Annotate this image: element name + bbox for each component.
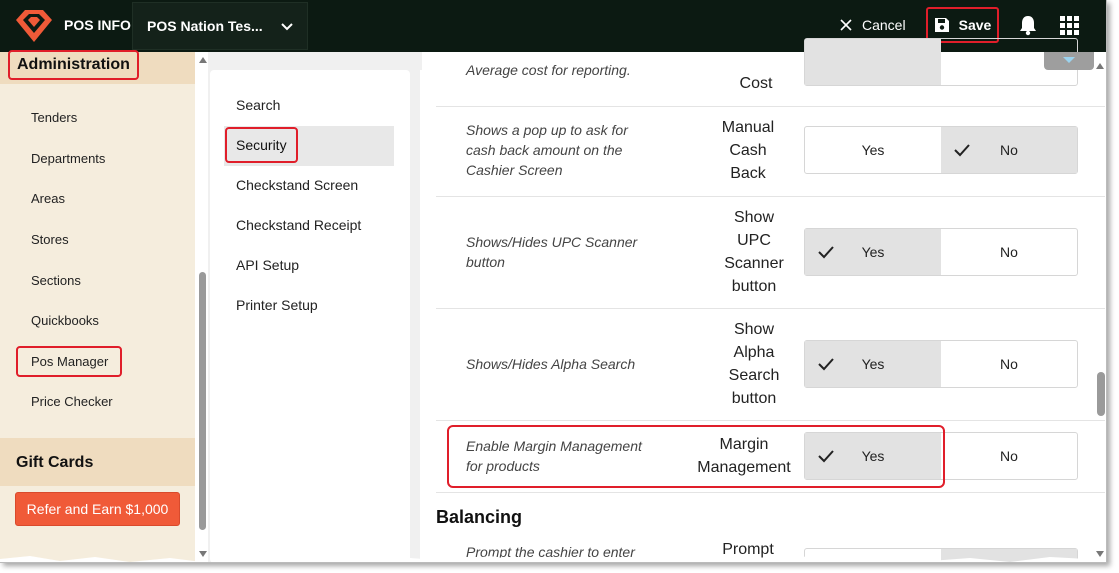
setting-name-manual-cash-back: Manual Cash Back: [712, 116, 784, 185]
app-name: POS INFO: [64, 17, 131, 33]
close-icon: [840, 19, 852, 31]
toggle-alpha-search: Yes No: [804, 340, 1078, 388]
toggle-cost: [804, 38, 1078, 86]
no-label: No: [1000, 356, 1018, 372]
setting-description: Shows/Hides UPC Scanner button: [466, 234, 638, 270]
pos-logo-icon: [16, 10, 52, 42]
save-label: Save: [958, 17, 992, 33]
store-name: POS Nation Tes...: [147, 18, 263, 34]
subnav-item-security[interactable]: Security: [225, 127, 298, 163]
name-line: Show: [733, 321, 775, 338]
store-selector[interactable]: POS Nation Tes...: [132, 2, 308, 50]
sidebar: Administration: [0, 50, 195, 562]
name-line: Scanner: [724, 255, 784, 272]
torn-edge-decoration: [0, 556, 1106, 562]
scroll-up-arrow-icon[interactable]: [198, 56, 208, 64]
name-line: Cash: [729, 142, 767, 159]
name-line: UPC: [737, 232, 771, 249]
sidebar-item-sections[interactable]: Sections: [31, 273, 81, 288]
toggle-option-yes[interactable]: Yes: [805, 127, 941, 173]
setting-name: Cost: [739, 75, 773, 92]
bell-icon[interactable]: [1018, 14, 1038, 36]
caret-down-icon: [1063, 57, 1075, 63]
chevron-down-icon: [281, 23, 293, 31]
yes-label: Yes: [861, 244, 885, 260]
gift-cards-title: Gift Cards: [16, 454, 94, 471]
content-scrollbar-thumb[interactable]: [1097, 372, 1105, 416]
name-line: button: [731, 390, 777, 407]
subnav-item-api-setup[interactable]: API Setup: [236, 257, 299, 273]
toggle-option-no[interactable]: No: [941, 127, 1077, 173]
yes-label: Yes: [861, 356, 885, 372]
toggle-option-yes[interactable]: [805, 39, 941, 85]
checkmark-icon: [954, 144, 970, 157]
subnav-item-checkstand-screen[interactable]: Checkstand Screen: [236, 177, 358, 193]
sidebar-item-pos-manager[interactable]: Pos Manager: [16, 346, 123, 377]
sidebar-item-price-checker[interactable]: Price Checker: [31, 394, 113, 409]
toggle-manual-cash-back: Yes No: [804, 126, 1078, 174]
sidebar-item-stores[interactable]: Stores: [31, 232, 69, 247]
highlight-outline: [447, 425, 945, 488]
name-line: Back: [730, 165, 766, 182]
checkmark-icon: [818, 358, 834, 371]
subnav-item-checkstand-receipt[interactable]: Checkstand Receipt: [236, 217, 361, 233]
name-line: Alpha: [733, 344, 775, 361]
cancel-label: Cancel: [862, 17, 906, 33]
sidebar-item-areas[interactable]: Areas: [31, 191, 65, 206]
no-label: No: [1000, 244, 1018, 260]
toggle-option-no[interactable]: No: [941, 341, 1077, 387]
no-label: No: [1000, 142, 1018, 158]
admin-section-header: Administration: [0, 50, 195, 84]
setting-name-alpha-search: Show Alpha Search button: [708, 318, 800, 410]
app-window: POS INFO POS Nation Tes... Cancel Save A…: [0, 0, 1107, 563]
sidebar-item-quickbooks[interactable]: Quickbooks: [31, 313, 99, 328]
checkmark-icon: [818, 246, 834, 259]
toggle-option-yes[interactable]: Yes: [805, 341, 941, 387]
sidebar-item-tenders[interactable]: Tenders: [31, 110, 77, 125]
sidebar-item-departments[interactable]: Departments: [31, 151, 105, 166]
setting-description: Shows a pop up to ask for cash back amou…: [466, 122, 628, 178]
toggle-option-yes[interactable]: Yes: [805, 229, 941, 275]
toggle-option-no[interactable]: No: [941, 229, 1077, 275]
section-title-balancing: Balancing: [436, 507, 523, 527]
setting-name-upc-scanner: Show UPC Scanner button: [708, 206, 800, 298]
subnav-item-search[interactable]: Search: [236, 97, 280, 113]
toggle-upc-scanner: Yes No: [804, 228, 1078, 276]
no-label: No: [1000, 448, 1018, 464]
floppy-disk-icon: [934, 18, 949, 32]
name-line: Manual: [721, 119, 775, 136]
apps-grid-icon[interactable]: [1060, 16, 1079, 35]
subnav-item-printer-setup[interactable]: Printer Setup: [236, 297, 318, 313]
yes-label: Yes: [861, 142, 885, 158]
setting-description: Shows/Hides Alpha Search: [466, 356, 636, 372]
sidebar-scrollbar-thumb[interactable]: [199, 272, 206, 530]
admin-section-title[interactable]: Administration: [8, 50, 139, 80]
name-line: Search: [728, 367, 780, 384]
refer-and-earn-button[interactable]: Refer and Earn $1,000: [15, 492, 180, 526]
scroll-up-arrow-icon[interactable]: [1095, 62, 1105, 70]
collapse-tab[interactable]: [1044, 52, 1094, 70]
cancel-button[interactable]: Cancel: [840, 12, 906, 38]
name-line: Show: [733, 209, 775, 226]
setting-description: Average cost for reporting.: [466, 62, 631, 78]
name-line: button: [731, 278, 777, 295]
toggle-option-no[interactable]: No: [941, 433, 1077, 479]
